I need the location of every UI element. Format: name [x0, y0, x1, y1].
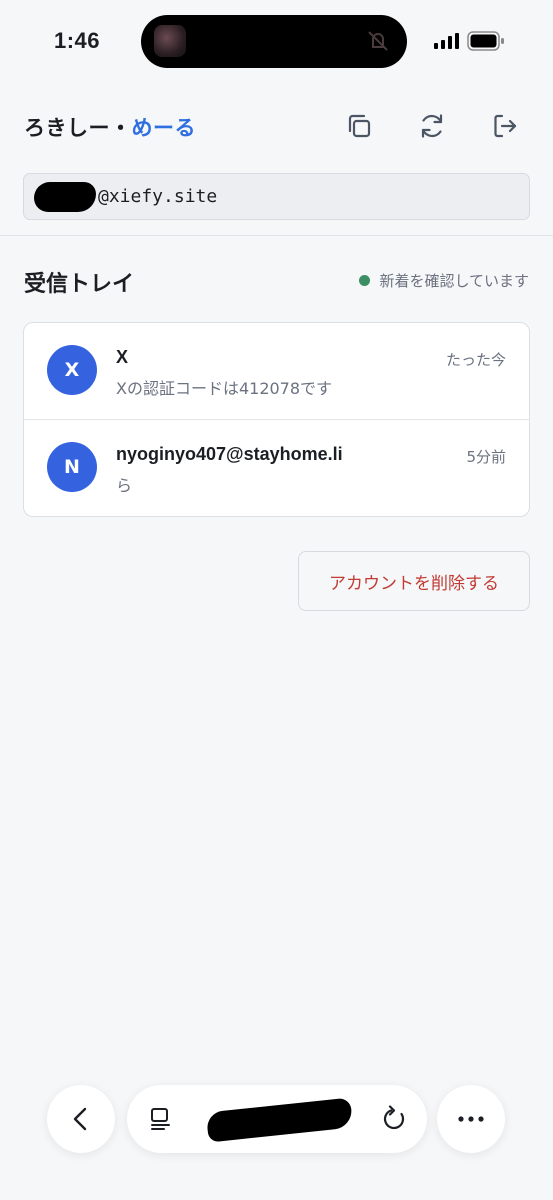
inbox-title: 受信トレイ — [24, 272, 135, 297]
address-bar[interactable] — [127, 1085, 427, 1153]
mail-time: 5分前 — [466, 448, 506, 466]
more-button[interactable] — [437, 1085, 505, 1153]
app-header: ろきしー・めーる @xiefy.site — [0, 84, 553, 236]
reload-icon[interactable] — [381, 1105, 409, 1133]
email-address-field[interactable]: @xiefy.site — [23, 173, 530, 220]
sender-avatar: X — [47, 345, 97, 395]
refresh-icon — [421, 114, 443, 138]
redaction-mark — [205, 1097, 354, 1143]
status-dot — [359, 275, 371, 286]
status-bar: 1:46 — [0, 0, 553, 84]
signal-icon — [434, 33, 459, 49]
mail-item[interactable]: N nyoginyo407@stayhome.li ら 5分前 — [24, 420, 529, 516]
dynamic-island — [141, 15, 407, 68]
mail-item[interactable]: X X Xの認証コードは412078です たった今 — [24, 323, 529, 420]
mail-preview: ら — [116, 476, 133, 495]
mail-preview: Xの認証コードは412078です — [116, 379, 333, 398]
inbox-status-text: 新着を確認しています — [379, 272, 529, 290]
inbox-status: 新着を確認しています — [359, 270, 529, 291]
app-title: ろきしー・めーる — [24, 112, 196, 142]
tabs-icon — [151, 1108, 170, 1130]
logout-icon — [494, 114, 517, 138]
status-time: 1:46 — [54, 28, 101, 53]
redaction-mark — [34, 181, 96, 212]
refresh-button[interactable] — [412, 106, 452, 146]
sender-avatar: N — [47, 442, 97, 492]
mail-list: X X Xの認証コードは412078です たった今 N nyoginyo407@… — [23, 322, 530, 517]
mail-sender: nyoginyo407@stayhome.li — [116, 444, 343, 464]
muted-icon — [368, 31, 388, 51]
app-title-accent: めーる — [131, 116, 196, 140]
more-icon — [458, 1116, 484, 1122]
battery-icon — [467, 31, 504, 51]
copy-icon — [348, 114, 371, 138]
app-title-main: ろきしー・ — [24, 116, 132, 140]
chevron-left-icon — [73, 1107, 87, 1131]
copy-button[interactable] — [339, 106, 379, 146]
back-button[interactable] — [47, 1085, 115, 1153]
mail-time: たった今 — [445, 351, 506, 369]
now-playing-artwork — [154, 25, 186, 57]
delete-account-button[interactable]: アカウントを削除する — [298, 551, 530, 611]
mail-sender: X — [116, 347, 129, 367]
email-domain: @xiefy.site — [98, 186, 218, 207]
logout-button[interactable] — [485, 106, 525, 146]
